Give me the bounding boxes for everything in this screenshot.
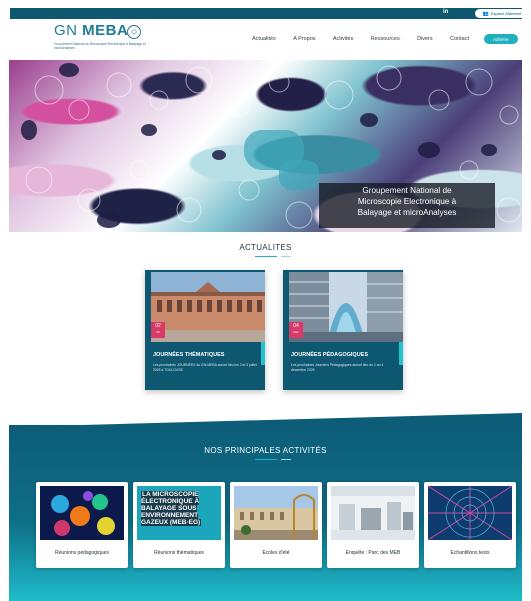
logo-tagline: Groupement National de Microscopie Elect…: [54, 42, 146, 50]
news-card-desc: Les prochaines JOURNÉES du GN-MEBA auron…: [153, 363, 257, 372]
activity-label: Ecoles d'été: [262, 550, 290, 556]
nav-item-label: Actualités: [252, 36, 276, 42]
date-badge: 04 Déc: [289, 322, 303, 338]
title-underline: [255, 256, 291, 257]
logo-acronym-right: MEBA: [82, 22, 129, 39]
chevron-down-icon: ˇ: [317, 36, 319, 42]
nav-item-ressources[interactable]: Ressources ˇ: [371, 36, 403, 42]
title-underline: [255, 459, 291, 460]
nav-item-label: A Propos: [293, 36, 316, 42]
hero-caption-line: Microscopie Electronique à: [357, 197, 457, 206]
activity-card[interactable]: Echantillons tests: [424, 482, 516, 568]
news-card-title: JOURNÉES THÉMATIQUES: [153, 352, 225, 358]
activity-thumb-samples: [428, 486, 512, 540]
activity-card[interactable]: LA MICROSCOPIE ÉLECTRONIQUE À BALAYAGE S…: [133, 482, 225, 568]
chevron-down-icon: ˇ: [401, 36, 404, 42]
thumb-overlay-text: LA MICROSCOPIE ÉLECTRONIQUE À BALAYAGE S…: [141, 491, 217, 526]
activity-label: Réunions pédagogiques: [55, 550, 109, 556]
member-area-label: Espace Adhérent: [490, 11, 522, 16]
activity-label: Enquête : Parc des MEB: [345, 550, 401, 556]
main-nav: Actualités ˇ A Propos ˇ Activités ˇ Ressources…: [252, 36, 469, 42]
chevron-down-icon: ˇ: [355, 36, 357, 42]
site-logo[interactable]: GN MEBA ⬦ Groupement National de Microsc…: [40, 22, 150, 56]
logo-emblem-icon: ⬦: [127, 25, 141, 39]
nav-item-a-propos[interactable]: A Propos ˇ: [293, 36, 319, 42]
activities-section-title: NOS PRINCIPALES ACTIVITÉS: [204, 446, 327, 455]
activity-thumb-microscopy: [40, 486, 124, 540]
nav-item-activites[interactable]: Activités ˇ: [333, 36, 357, 42]
news-card-desc: Les prochaines Journées Pédagogiques aur…: [291, 363, 384, 372]
logo-wordmark: GN MEBA: [54, 22, 128, 39]
activity-label: Réunions thématiques: [154, 550, 204, 556]
hero-banner: Groupement National de Microscopie Elect…: [9, 60, 522, 232]
nav-item-label: Activités: [332, 36, 354, 42]
nav-item-label: Divers: [417, 36, 433, 42]
date-day: 02: [155, 323, 161, 329]
hero-caption-line: Groupement National de: [362, 186, 452, 195]
news-card[interactable]: 04 Déc JOURNÉES PÉDAGOGIQUES Les prochai…: [283, 270, 403, 390]
date-badge: 02 Jul: [151, 322, 165, 338]
activity-card[interactable]: Réunions pédagogiques: [36, 482, 128, 568]
member-area-button[interactable]: 👥 Espace Adhérent: [475, 9, 529, 18]
logo-acronym-left: GN: [54, 22, 78, 39]
news-photo-capitole: [151, 272, 265, 342]
nav-item-contact[interactable]: Contact: [450, 36, 469, 42]
date-day: 04: [293, 323, 299, 329]
activity-thumb-meb-eg: LA MICROSCOPIE ÉLECTRONIQUE À BALAYAGE S…: [137, 486, 221, 540]
activity-label: Echantillons tests: [450, 550, 490, 556]
chevron-down-icon: ˇ: [434, 36, 437, 42]
hero-caption: Groupement National de Microscopie Elect…: [319, 183, 495, 228]
chevron-down-icon: ˇ: [277, 36, 280, 42]
date-month: Jul: [156, 330, 160, 334]
news-card-title: JOURNÉES PÉDAGOGIQUES: [291, 352, 369, 358]
join-button[interactable]: Adhérer: [484, 34, 518, 44]
top-bar: in 👥 Espace Adhérent: [10, 8, 529, 19]
nav-item-label: Contact: [450, 36, 469, 42]
activity-card[interactable]: Enquête : Parc des MEB: [327, 482, 419, 568]
thumb-overlay-label: LA MICROSCOPIE ÉLECTRONIQUE À BALAYAGE S…: [141, 491, 202, 526]
date-month: Déc: [293, 330, 299, 334]
activity-card[interactable]: Ecoles d'été: [230, 482, 322, 568]
news-section-title: ACTUALITES: [239, 243, 292, 252]
news-photo-building: [289, 272, 403, 342]
users-icon: 👥: [482, 10, 489, 17]
news-card[interactable]: 02 Jul JOURNÉES THÉMATIQUES Les prochain…: [145, 270, 265, 390]
activity-thumb-summer-school: [234, 486, 318, 540]
nav-item-divers[interactable]: Divers ˇ: [417, 36, 436, 42]
linkedin-icon[interactable]: in: [443, 9, 448, 15]
activity-thumb-lab: [331, 486, 415, 540]
nav-item-actualites[interactable]: Actualités ˇ: [252, 36, 279, 42]
hero-caption-line: Balayage et microAnalyses: [357, 208, 457, 217]
section-slant-divider: [9, 413, 522, 427]
nav-item-label: Ressources: [370, 36, 400, 42]
